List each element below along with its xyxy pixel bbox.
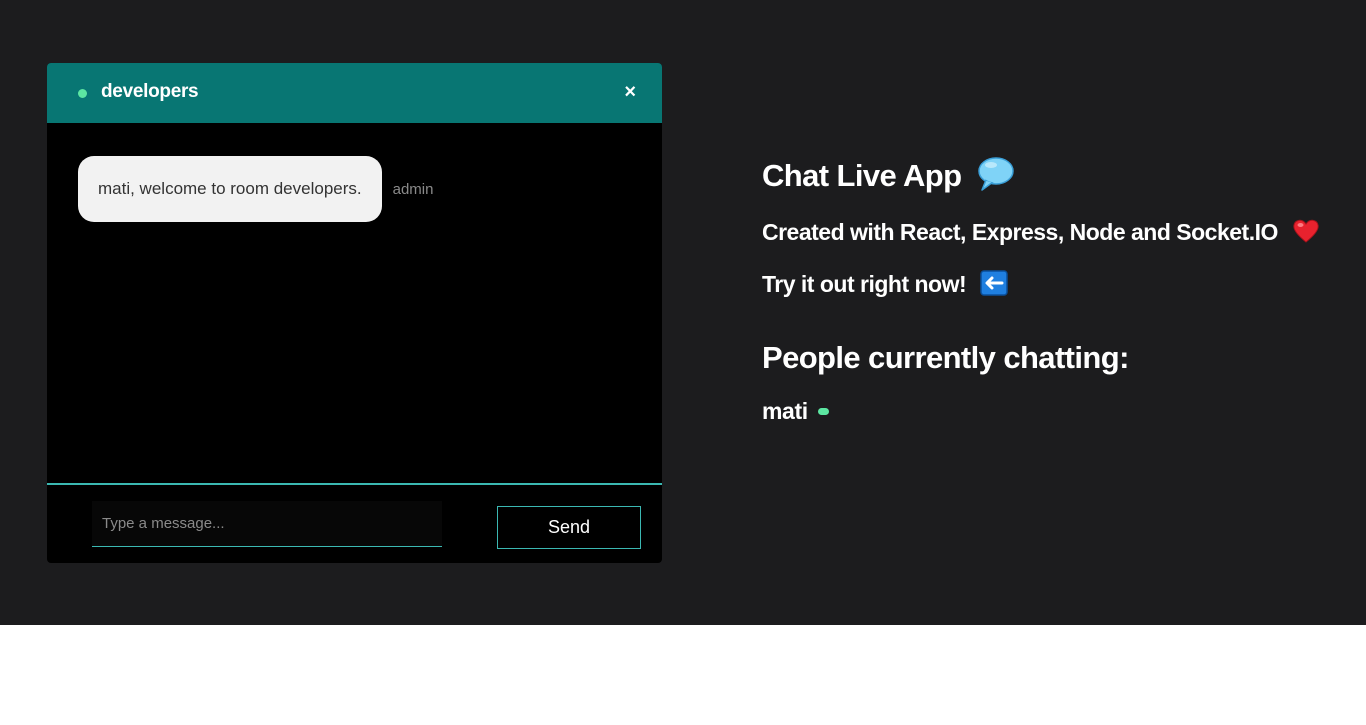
message-list[interactable]: mati, welcome to room developers. admin [47, 123, 662, 483]
people-heading: People currently chatting: [762, 340, 1129, 375]
speech-bubble-icon [977, 156, 1015, 200]
room-name: developers [101, 81, 199, 102]
app-title: Chat Live App [762, 156, 1015, 200]
left-arrow-icon [980, 270, 1008, 302]
app-title-text: Chat Live App [762, 158, 962, 194]
close-button[interactable]: × [624, 80, 636, 104]
try-it-line: Try it out right now! [762, 270, 1008, 302]
heart-icon [1292, 218, 1320, 250]
message-sender: admin [392, 180, 434, 198]
online-dot-icon [817, 408, 829, 415]
message-bubble: mati, welcome to room developers. [78, 156, 382, 222]
user-name: mati [762, 398, 808, 424]
message-composer: Send [47, 483, 662, 563]
message-input[interactable] [92, 501, 442, 547]
tech-stack-text: Created with React, Express, Node and So… [762, 219, 1278, 246]
tech-stack-line: Created with React, Express, Node and So… [762, 218, 1320, 250]
user-list-item: mati [762, 398, 829, 425]
message-item: mati, welcome to room developers. admin [78, 156, 433, 222]
send-button[interactable]: Send [497, 506, 641, 549]
chat-header: developers × [47, 63, 662, 123]
chat-window: developers × mati, welcome to room devel… [47, 63, 662, 563]
app-background: developers × mati, welcome to room devel… [0, 0, 1366, 625]
online-status-icon [78, 89, 87, 98]
try-it-text: Try it out right now! [762, 271, 967, 298]
